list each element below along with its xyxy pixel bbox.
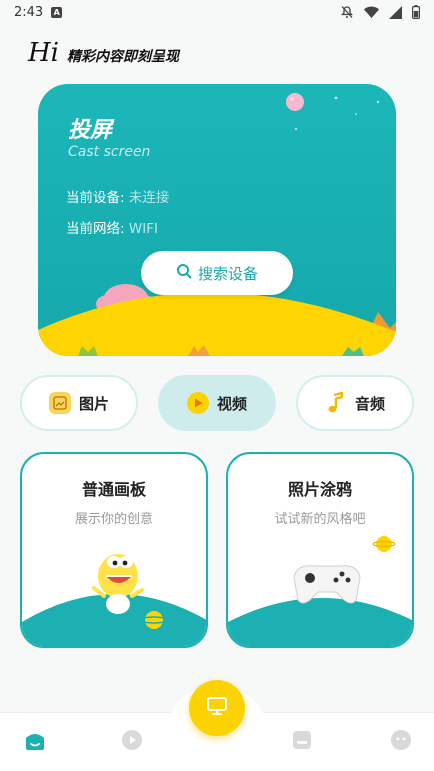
search-icon [176,263,192,283]
app-notification-badge: A [51,6,63,18]
nav-home[interactable] [20,727,50,757]
notifications-off-icon [340,5,354,19]
video-icon [186,392,209,414]
tab-audio[interactable]: 音频 [296,375,414,431]
current-network-row: 当前网络: WIFI [66,217,158,237]
cast-screen-card: 投屏 Cast screen 当前设备: 未连接 当前网络: WIFI 搜索设备 [38,84,396,356]
tab-images[interactable]: 图片 [20,375,138,431]
drawing-board-title: 普通画板 [81,480,146,499]
cast-title: 投屏 [68,118,113,143]
device-value: 未连接 [128,190,170,206]
normal-drawing-board-card[interactable]: 普通画板 展示你的创意 [20,452,208,648]
status-bar: 2:43 A [0,0,434,24]
files-icon [292,730,312,754]
status-time: 2:43 [14,4,44,20]
current-device-row: 当前设备: 未连接 [66,186,169,206]
tab-images-label: 图片 [78,394,109,413]
search-device-label: 搜索设备 [197,264,258,283]
photo-graffiti-subtitle: 试试新的风格吧 [274,512,366,527]
music-note-icon [325,392,347,414]
profile-icon [390,729,412,755]
cast-fab-button[interactable] [189,680,245,736]
search-device-button[interactable]: 搜索设备 [141,251,293,295]
nav-profile[interactable] [386,727,416,757]
home-icon [23,729,47,755]
signal-icon [389,5,402,19]
battery-icon [412,5,420,19]
nav-files[interactable] [287,727,317,757]
image-icon [48,392,71,414]
cast-icon [206,696,228,720]
wifi-icon [364,6,379,18]
device-label: 当前设备: [66,190,129,206]
drawing-board-subtitle: 展示你的创意 [74,512,153,527]
photo-graffiti-card[interactable]: 照片涂鸦 试试新的风格吧 [226,452,414,648]
greeting-hi: Hi [28,38,59,68]
play-icon [121,729,143,755]
cast-subtitle: Cast screen [68,144,151,160]
tab-audio-label: 音频 [354,394,385,413]
network-value: WIFI [128,221,158,237]
nav-play[interactable] [117,727,147,757]
network-label: 当前网络: [66,221,129,237]
tab-videos-label: 视频 [216,394,247,413]
tab-videos[interactable]: 视频 [158,375,276,431]
photo-graffiti-title: 照片涂鸦 [287,480,352,499]
greeting: Hi 精彩内容即刻呈现 [28,38,179,68]
greeting-subtitle: 精彩内容即刻呈现 [67,49,179,65]
